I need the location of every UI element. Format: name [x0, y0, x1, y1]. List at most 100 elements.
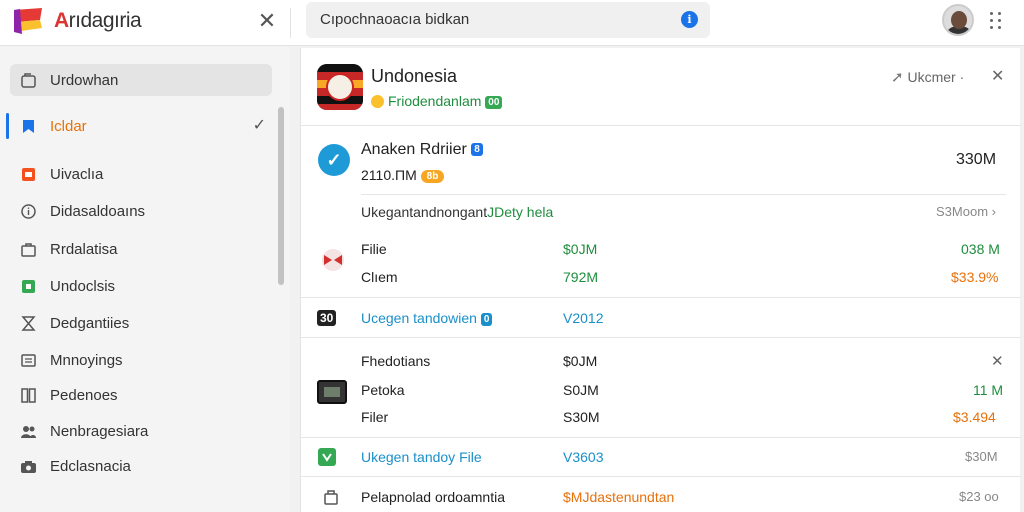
country-logo	[317, 64, 363, 110]
summary-link-right[interactable]: S3Moom ›	[936, 204, 996, 219]
row-label: Clıem	[361, 269, 398, 285]
document-icon	[22, 168, 35, 181]
bag-icon	[21, 243, 36, 257]
grid-icon	[21, 388, 36, 403]
group-title-value: $0JM	[563, 353, 598, 369]
update-label[interactable]: Ukegen tandoy File	[361, 449, 482, 465]
camera-icon	[21, 461, 36, 473]
name-badge: 8	[471, 143, 483, 157]
sidebar-item-dedganties[interactable]: Dedgantiies	[10, 307, 272, 339]
update-size: $30M	[965, 449, 998, 464]
divider	[361, 194, 1006, 195]
subtitle-badge: 00	[485, 95, 503, 109]
row-change: $33.9%	[951, 269, 999, 285]
summary-sub: 2110.ΠM 8b	[361, 167, 445, 183]
footer-label: Pelapnolad ordoamntia	[361, 489, 505, 505]
share-icon: ➚	[891, 69, 904, 86]
sidebar-item-rrdalatisa[interactable]: Rrdalatisa	[10, 233, 272, 265]
avatar[interactable]	[942, 4, 974, 36]
bookmark-icon	[23, 120, 34, 133]
sidebar-scrollbar[interactable]	[278, 107, 284, 285]
sidebar-item-label: Undoclsis	[50, 278, 116, 295]
row-label: Filer	[361, 409, 389, 425]
sidebar-item-label: Mnnoyings	[50, 352, 123, 369]
summary-link[interactable]: UkegantandnongantJDety hela	[361, 204, 553, 220]
footer-value: $MJdastenundtan	[563, 489, 675, 505]
sidebar-item-nenbragesiara[interactable]: Nenbragesiara	[10, 415, 272, 447]
selection-indicator	[6, 113, 9, 139]
row-value: S0JM	[563, 382, 599, 398]
chevron-right-icon: ›	[991, 204, 996, 219]
info-icon[interactable]: i	[681, 11, 698, 28]
update-badge: 0	[480, 312, 493, 326]
app-logo	[14, 8, 42, 34]
sidebar-item-mnnoyings[interactable]: Mnnoyings	[10, 344, 272, 376]
status-dot-icon	[371, 95, 384, 108]
divider	[301, 337, 1021, 338]
sidebar-item-label: Nenbragesiara	[50, 423, 149, 440]
detail-panel: Undonesia Friodendanlam 00 ➚ Ukcmer · ✕ …	[300, 48, 1021, 512]
folder-icon	[21, 73, 36, 88]
header-subtitle: Friodendanlam 00	[371, 93, 503, 109]
sidebar-item-label: Uivaclıa	[50, 166, 104, 183]
group-title: Fhedotians	[361, 353, 431, 369]
hourglass-icon	[21, 316, 36, 331]
more-vertical-icon[interactable]	[990, 10, 1006, 30]
sidebar-item-label: Didasaldoaıns	[50, 203, 146, 220]
close-icon[interactable]: ✕	[991, 352, 1004, 370]
row-value: 792M	[563, 269, 599, 285]
summary-name: Anaken Rdriier 8	[361, 141, 483, 159]
sidebar-item-undoclsis[interactable]: Undoclsis	[10, 270, 272, 302]
thumbnail-image	[317, 380, 347, 404]
row-change: 038 M	[961, 241, 1000, 257]
summary-value: 330M	[956, 151, 997, 168]
sidebar-item-uivaclia[interactable]: Uivaclıa	[10, 158, 272, 190]
header-action[interactable]: ➚ Ukcmer ·	[891, 68, 964, 86]
row-value: $0JM	[563, 241, 598, 257]
close-icon[interactable]: ✕	[256, 8, 278, 34]
search-query: Cıpochnaoacıa bidkan	[320, 11, 470, 28]
sidebar-item-didasaldoains[interactable]: Didasaldoaıns	[10, 195, 272, 227]
check-icon: ✓	[252, 117, 266, 134]
divider	[290, 8, 291, 38]
sidebar-item-label: Pedenoes	[50, 387, 118, 404]
divider	[301, 297, 1021, 298]
sidebar-item-pedenoes[interactable]: Pedenoes	[10, 379, 272, 411]
list-icon	[21, 354, 36, 367]
sidebar-item-label: Urdowhan	[50, 72, 119, 89]
version-icon: 30	[317, 310, 337, 326]
green-square-icon	[22, 280, 35, 293]
top-bar: Arıdagıria ✕ Cıpochnaoacıa bidkan i	[0, 0, 1024, 46]
row-value: S30M	[563, 409, 600, 425]
update-version: V2012	[563, 310, 604, 326]
divider	[301, 476, 1021, 477]
sidebar-item-icldar[interactable]: Icldar ✓	[10, 110, 272, 142]
footer-size: $23 oo	[959, 489, 999, 504]
app-title: Arıdagıria	[54, 9, 142, 32]
header-title: Undonesia	[371, 66, 458, 86]
divider	[301, 125, 1021, 126]
verified-icon: ✓	[318, 144, 350, 176]
info-outline-icon	[21, 204, 36, 219]
search-input[interactable]: Cıpochnaoacıa bidkan i	[306, 2, 710, 38]
bag-icon	[324, 490, 338, 505]
close-icon[interactable]: ✕	[991, 66, 1004, 86]
sidebar-item-label: Dedgantiies	[50, 315, 130, 332]
sidebar-item-edclasnacia[interactable]: Edclasnacia	[10, 450, 272, 482]
sidebar-item-urdowhan[interactable]: Urdowhan	[10, 64, 272, 96]
update-label[interactable]: Ucegen tandowien 0	[361, 310, 493, 326]
update-version: V3603	[563, 449, 604, 465]
people-icon	[21, 426, 36, 438]
sidebar-item-label: Icldar	[50, 118, 87, 135]
sub-badge: 8b	[420, 169, 445, 183]
row-label: Filie	[361, 241, 387, 257]
row-change: 11 M	[973, 382, 1004, 398]
divider	[301, 437, 1021, 438]
sidebar-item-label: Rrdalatisa	[50, 241, 118, 258]
row-change: $3.494	[953, 409, 996, 425]
row-label: Petoka	[361, 382, 405, 398]
sidebar-item-label: Edclasnacia	[50, 458, 131, 475]
bowtie-icon	[322, 249, 344, 271]
sidebar: Urdowhan Icldar ✓ Uivaclıa Didasaldoaıns…	[0, 47, 290, 512]
download-icon	[318, 448, 336, 466]
